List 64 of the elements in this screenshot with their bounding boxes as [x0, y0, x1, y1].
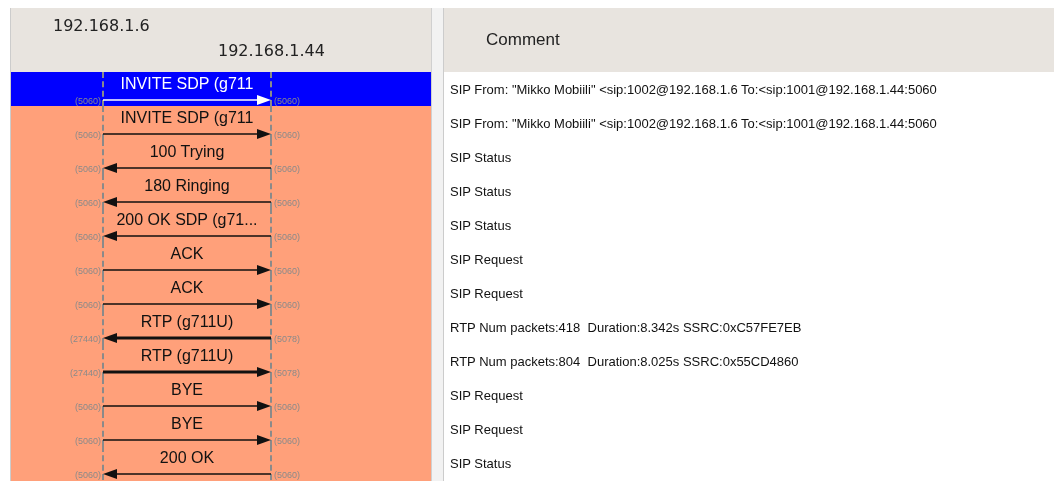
port-label: (5060)	[274, 436, 300, 446]
port-label: (5060)	[274, 198, 300, 208]
message-label: 200 OK SDP (g71...	[116, 210, 258, 230]
port-label: (5060)	[75, 164, 101, 174]
flow-row[interactable]: (5060) BYE (5060)	[11, 378, 431, 412]
port-label: (5060)	[274, 164, 300, 174]
comment-text: SIP Status	[450, 149, 512, 165]
comment-text: SIP Request	[450, 387, 523, 403]
flow-row[interactable]: (5060) 200 OK SDP (g71... (5060)	[11, 208, 431, 242]
flow-row[interactable]: (5060) ACK (5060)	[11, 276, 431, 310]
message-label: 100 Trying	[149, 142, 225, 162]
port-label: (5060)	[274, 266, 300, 276]
column-header[interactable]: Comment	[444, 8, 1054, 72]
port-label: (27440)	[69, 368, 101, 378]
comment-text: RTP Num packets:804 Duration:8.025s SSRC:0x55CD4860	[450, 353, 799, 369]
port-label: (5060)	[274, 96, 300, 106]
flow-row[interactable]: (5060) BYE (5060)	[11, 412, 431, 446]
port-label: (5078)	[274, 368, 300, 378]
flow-row[interactable]: (27440) RTP (g711U) (5078)	[11, 310, 431, 344]
message-label: INVITE SDP (g711	[120, 108, 254, 128]
port-label: (5060)	[274, 300, 300, 310]
flow-row[interactable]: (5060) 200 OK (5060)	[11, 446, 431, 480]
port-label: (5060)	[75, 96, 101, 106]
message-label: 180 Ringing	[144, 176, 230, 196]
port-label: (5060)	[274, 470, 300, 480]
pane-splitter[interactable]	[431, 8, 443, 481]
message-label: RTP (g711U)	[140, 346, 234, 366]
flow-row[interactable]: (5060) INVITE SDP (g711 (5060)	[11, 106, 431, 140]
port-label: (5060)	[274, 130, 300, 140]
message-label: BYE	[171, 380, 203, 400]
flow-row[interactable]: (27440) RTP (g711U) (5078)	[11, 344, 431, 378]
comment-text: RTP Num packets:418 Duration:8.342s SSRC:0xC57FE7EB	[450, 319, 802, 335]
comment-text: SIP Status	[450, 217, 512, 233]
port-label: (5060)	[274, 232, 300, 242]
port-label: (5060)	[75, 130, 101, 140]
port-label: (5060)	[75, 300, 101, 310]
port-label: (5060)	[75, 470, 101, 480]
message-label: 200 OK	[159, 448, 215, 468]
message-label: BYE	[171, 414, 203, 434]
flow-row[interactable]: (5060) INVITE SDP (g711 (5060)	[11, 72, 431, 106]
port-label: (5060)	[75, 198, 101, 208]
comment-text: SIP From: "Mikko Mobiili" <sip:1002@192.168.1.6 To:<sip:1001@192.168.1.44:5060	[450, 81, 937, 97]
comment-text: SIP Status	[450, 455, 512, 471]
host-address: 192.168.1.6	[53, 16, 150, 35]
port-label: (5060)	[75, 436, 101, 446]
flow-row[interactable]: (5060) ACK (5060)	[11, 242, 431, 276]
message-label: ACK	[170, 244, 204, 264]
message-label: ACK	[170, 278, 204, 298]
port-label: (5060)	[75, 266, 101, 276]
port-label: (5060)	[274, 402, 300, 412]
message-label: RTP (g711U)	[140, 312, 234, 332]
port-label: (5060)	[75, 232, 101, 242]
host-address: 192.168.1.44	[218, 41, 325, 60]
comment-text: SIP Request	[450, 285, 523, 301]
flow-row[interactable]: (5060) 180 Ringing (5060)	[11, 174, 431, 208]
message-label: INVITE SDP (g711	[120, 74, 254, 94]
port-label: (27440)	[69, 334, 101, 344]
comment-text: SIP Request	[450, 421, 523, 437]
flow-row[interactable]: (5060) 100 Trying (5060)	[11, 140, 431, 174]
comment-text: SIP Request	[450, 251, 523, 267]
comment-text: SIP From: "Mikko Mobiili" <sip:1002@192.168.1.6 To:<sip:1001@192.168.1.44:5060	[450, 115, 937, 131]
port-label: (5060)	[75, 402, 101, 412]
comment-text: SIP Status	[450, 183, 512, 199]
port-label: (5078)	[274, 334, 300, 344]
